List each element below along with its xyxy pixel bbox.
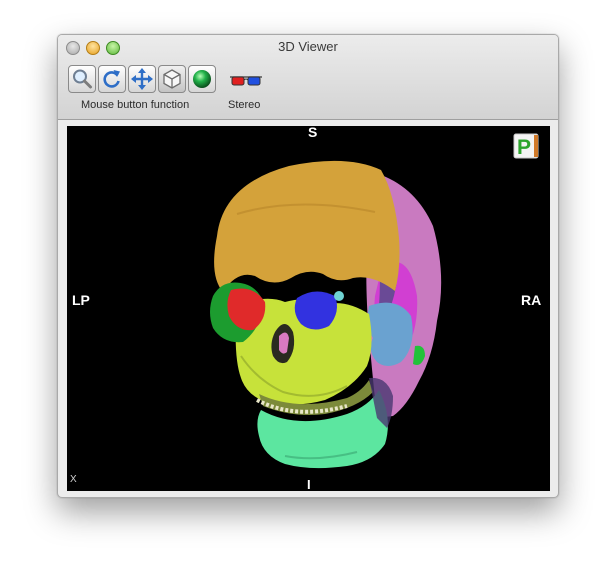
- rotate-icon: [103, 70, 120, 88]
- title-bar: 3D Viewer Mouse button function Stereo: [58, 35, 558, 120]
- move-arrows-icon: [131, 68, 153, 90]
- skull-3d-model: [210, 160, 442, 469]
- window-title: 3D Viewer: [278, 39, 338, 54]
- orientation-label-left: LP: [72, 292, 90, 308]
- orientation-tool-button[interactable]: [158, 65, 186, 93]
- cube-icon: [163, 69, 181, 89]
- orientation-label-right: RA: [521, 292, 542, 308]
- stereo-label: Stereo: [228, 99, 261, 111]
- viewer-window: 3D Viewer Mouse button function Stereo S…: [57, 34, 559, 498]
- 3d-render-viewport[interactable]: S I LP RA X P: [67, 126, 550, 491]
- mouse-function-label: Mouse button function: [81, 99, 190, 111]
- zoom-tool-button[interactable]: [68, 65, 96, 93]
- orientation-label-bottom: I: [307, 477, 311, 491]
- rotate-tool-button[interactable]: [98, 65, 126, 93]
- orientation-label-top: S: [308, 126, 318, 140]
- svg-text:P: P: [517, 136, 531, 159]
- pan-tool-button[interactable]: [128, 65, 156, 93]
- render-mode-button[interactable]: [188, 65, 216, 93]
- 3d-glasses-icon[interactable]: [228, 73, 264, 89]
- magnifier-icon: [73, 69, 92, 89]
- green-sphere-icon: [193, 70, 211, 88]
- p-badge-icon[interactable]: P: [513, 133, 539, 159]
- corner-axis-label: X: [70, 474, 77, 485]
